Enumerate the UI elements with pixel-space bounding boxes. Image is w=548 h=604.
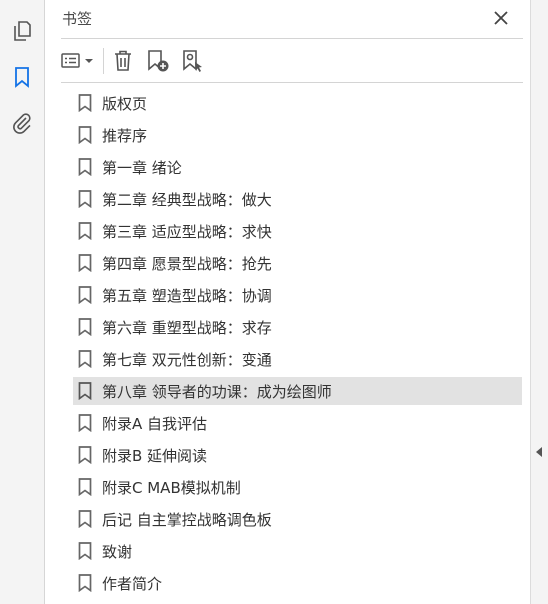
bookmark-item[interactable]: 第二章 经典型战略：做大	[73, 185, 522, 213]
pages-icon	[14, 21, 31, 41]
bookmark-item[interactable]: 后记 自主掌控战略调色板	[73, 505, 522, 533]
bookmark-item[interactable]: 第一章 绪论	[73, 153, 522, 181]
bookmark-icon	[78, 190, 92, 208]
bookmark-label: 第四章 愿景型战略：抢先	[102, 254, 272, 273]
close-panel-button[interactable]	[489, 6, 513, 30]
bookmark-item[interactable]: 推荐序	[73, 121, 522, 149]
bookmark-settings-button[interactable]	[180, 48, 206, 74]
bookmark-item[interactable]: 第七章 双元性创新：变通	[73, 345, 522, 373]
panel-title: 书签	[62, 10, 93, 28]
bookmark-item[interactable]: 第五章 塑造型战略：协调	[73, 281, 522, 309]
bookmark-icon	[78, 542, 92, 560]
close-icon	[494, 11, 508, 25]
bookmark-item[interactable]: 第三章 适应型战略：求快	[73, 217, 522, 245]
bookmark-settings-icon	[183, 50, 202, 72]
bookmark-label: 附录B 延伸阅读	[102, 446, 208, 465]
bookmark-icon	[78, 382, 92, 400]
bookmark-icon	[78, 318, 92, 336]
bookmark-item[interactable]: 附录A 自我评估	[73, 409, 522, 437]
bookmarks-panel-button[interactable]	[8, 63, 36, 91]
bookmark-icon	[78, 254, 92, 272]
toolbar-separator	[103, 48, 104, 74]
bookmark-label: 第五章 塑造型战略：协调	[102, 286, 272, 305]
bookmark-icon	[78, 446, 92, 464]
bookmark-icon	[78, 350, 92, 368]
navigation-toolstrip	[0, 0, 45, 604]
bookmarks-panel: 书签 版权页 推荐序 第一章 绪论 第二章 经典型战略：做大 第三章 适应型战略…	[46, 0, 530, 604]
new-bookmark-button[interactable]	[145, 48, 171, 74]
bookmarks-window: 书签 版权页 推荐序 第一章 绪论 第二章 经典型战略：做大 第三章 适应型战略…	[0, 0, 548, 604]
attachments-panel-button[interactable]	[8, 109, 36, 137]
bookmark-item[interactable]: 致谢	[73, 537, 522, 565]
bookmark-label: 后记 自主掌控战略调色板	[102, 510, 272, 529]
bookmark-label: 推荐序	[102, 126, 148, 145]
bookmark-icon	[78, 510, 92, 528]
bookmark-icon	[78, 478, 92, 496]
attachment-icon	[13, 113, 31, 134]
bookmark-item-selected[interactable]: 第八章 领导者的功课：成为绘图师	[73, 377, 522, 405]
bookmark-label: 第二章 经典型战略：做大	[102, 190, 272, 209]
bookmark-icon	[78, 158, 92, 176]
divider	[61, 38, 523, 39]
bookmark-item[interactable]: 附录C MAB模拟机制	[73, 473, 522, 501]
bookmark-item[interactable]: 第四章 愿景型战略：抢先	[73, 249, 522, 277]
options-menu-icon	[61, 53, 93, 68]
delete-icon	[115, 50, 131, 71]
bookmark-label: 附录A 自我评估	[102, 414, 208, 433]
options-menu-button[interactable]	[60, 48, 98, 74]
bookmark-icon	[78, 94, 92, 112]
bookmark-toolbar	[46, 40, 530, 82]
pages-panel-button[interactable]	[8, 17, 36, 45]
bookmark-label: 作者简介	[102, 574, 163, 593]
new-bookmark-icon	[148, 50, 169, 72]
bookmark-label: 致谢	[102, 542, 133, 561]
delete-bookmark-button[interactable]	[111, 48, 135, 74]
bookmark-icon	[78, 574, 92, 592]
panel-header: 书签	[46, 0, 530, 38]
bookmark-icon	[78, 222, 92, 240]
collapse-arrow-icon[interactable]	[536, 447, 542, 457]
bookmark-item[interactable]: 作者简介	[73, 569, 522, 597]
bookmark-label: 第七章 双元性创新：变通	[102, 350, 272, 369]
bookmark-label: 附录C MAB模拟机制	[102, 478, 241, 497]
bookmark-label: 第六章 重塑型战略：求存	[102, 318, 272, 337]
bookmark-icon	[78, 126, 92, 144]
bookmark-item[interactable]: 第六章 重塑型战略：求存	[73, 313, 522, 341]
bookmark-icon	[78, 286, 92, 304]
right-panel-strip	[530, 0, 548, 604]
bookmark-label: 版权页	[102, 94, 148, 113]
divider	[61, 82, 523, 83]
bookmark-label: 第三章 适应型战略：求快	[102, 222, 272, 241]
bookmark-item[interactable]: 附录B 延伸阅读	[73, 441, 522, 469]
bookmark-icon	[15, 67, 29, 88]
bookmark-item[interactable]: 版权页	[73, 89, 522, 117]
bookmark-icon	[78, 414, 92, 432]
bookmark-label: 第八章 领导者的功课：成为绘图师	[102, 382, 332, 401]
bookmark-label: 第一章 绪论	[102, 158, 182, 177]
